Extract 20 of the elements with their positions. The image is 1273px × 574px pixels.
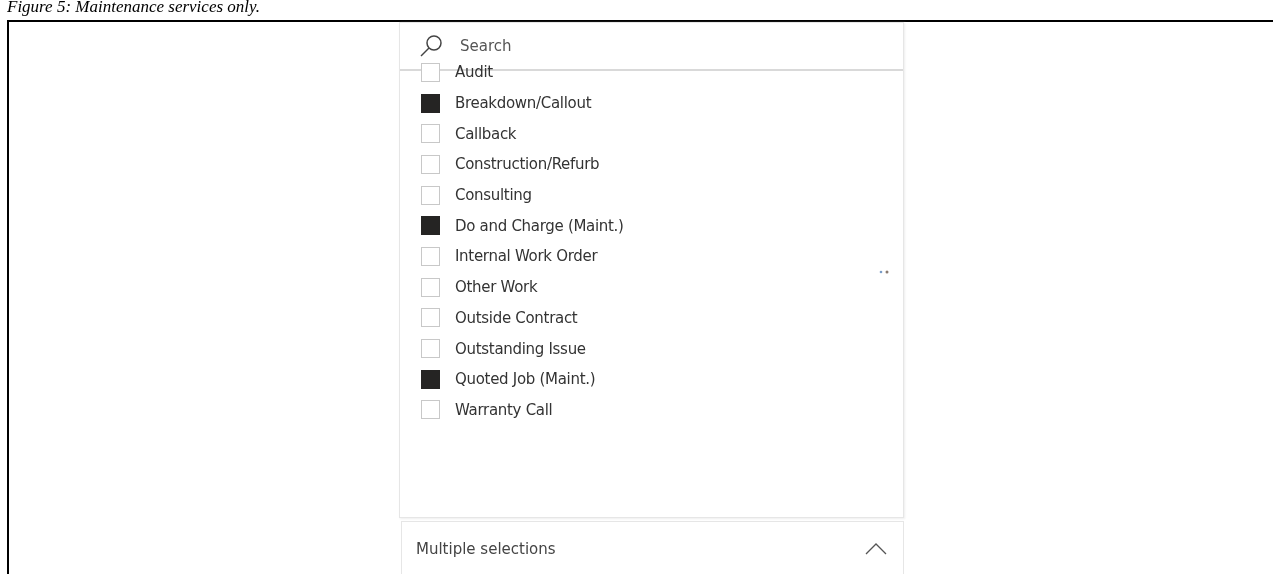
dropdown[interactable]: Multiple selections bbox=[401, 521, 904, 574]
search-field[interactable]: Search bbox=[458, 36, 842, 56]
item-label[interactable]: Warranty Call bbox=[455, 400, 553, 419]
item-label[interactable]: Outstanding Issue bbox=[455, 339, 586, 358]
item-label[interactable]: Breakdown/Callout bbox=[455, 94, 592, 113]
item-label[interactable]: Do and Charge (Maint.) bbox=[455, 216, 624, 235]
item-label[interactable]: Callback bbox=[455, 124, 517, 143]
item-label[interactable]: Audit bbox=[455, 63, 493, 82]
item-label[interactable]: Construction/Refurb bbox=[455, 155, 600, 174]
figure-caption: Figure 5: Maintenance services only. bbox=[7, 0, 261, 18]
item-label[interactable]: Internal Work Order bbox=[455, 247, 598, 266]
item-label[interactable]: Quoted Job (Maint.) bbox=[455, 370, 596, 389]
item-label[interactable]: Consulting bbox=[455, 186, 532, 205]
more-options-icon[interactable] bbox=[879, 270, 889, 274]
checkbox[interactable] bbox=[421, 216, 440, 236]
item-label[interactable]: Outside Contract bbox=[455, 308, 578, 327]
checkbox[interactable] bbox=[421, 369, 440, 389]
search-icon bbox=[418, 33, 444, 59]
item-label[interactable]: Other Work bbox=[455, 278, 538, 297]
checkbox[interactable] bbox=[421, 93, 440, 113]
